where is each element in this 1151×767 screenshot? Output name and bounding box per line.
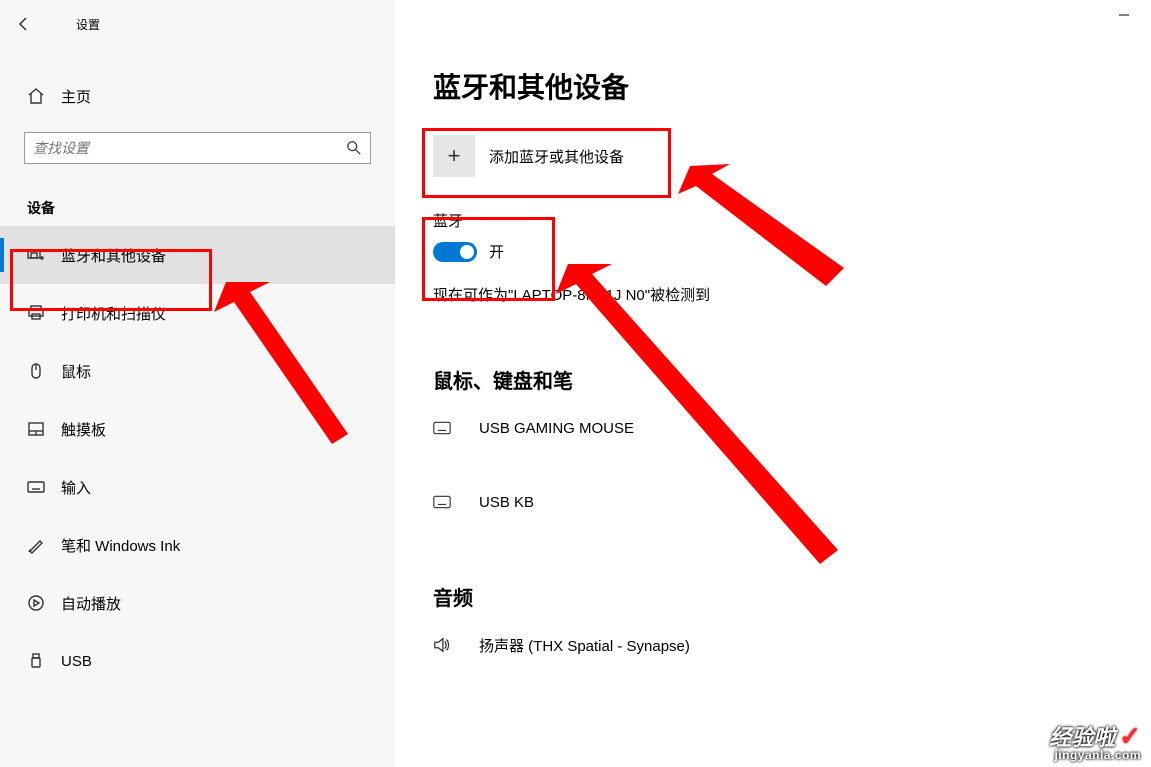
group-header-devices: 设备 [0,164,395,226]
check-icon: ✓ [1115,721,1141,751]
home-label: 主页 [53,86,91,107]
search-icon [346,140,362,156]
sidebar-item-label: 鼠标 [53,361,91,382]
device-row[interactable]: USB KB [433,482,1113,522]
category-mouse-keyboard-pen: 鼠标、键盘和笔 [433,365,1113,394]
sidebar-item-label: 打印机和扫描仪 [53,303,166,324]
autoplay-icon [27,594,53,612]
sidebar-item-label: 笔和 Windows Ink [53,535,180,556]
sidebar-item-typing[interactable]: 输入 [0,458,395,516]
sidebar-item-printers[interactable]: 打印机和扫描仪 [0,284,395,342]
sidebar: 设置 主页 设备 蓝牙和其他设备 打印机和扫描仪 鼠标 [0,0,395,767]
bluetooth-devices-icon [27,246,53,264]
pen-icon [27,536,53,554]
speaker-icon [433,636,467,654]
mouse-icon [27,362,53,380]
device-label: 扬声器 (THX Spatial - Synapse) [467,635,690,656]
device-label: USB KB [467,494,534,511]
category-audio: 音频 [433,582,1113,611]
titlebar: 设置 [0,0,395,48]
home-icon [27,87,53,105]
sidebar-item-label: 自动播放 [53,593,121,614]
plus-icon: + [433,135,475,177]
app-title: 设置 [48,16,100,33]
keyboard-icon [27,478,53,496]
device-row[interactable]: USB GAMING MOUSE [433,408,1113,448]
sidebar-item-home[interactable]: 主页 [0,76,395,116]
sidebar-item-pen[interactable]: 笔和 Windows Ink [0,516,395,574]
sidebar-item-touchpad[interactable]: 触摸板 [0,400,395,458]
add-device-label: 添加蓝牙或其他设备 [475,146,624,167]
bluetooth-section-label: 蓝牙 [433,210,1113,231]
main-content: 蓝牙和其他设备 + 添加蓝牙或其他设备 蓝牙 开 现在可作为"LAPTOP-8P… [395,0,1151,767]
keyboard-icon [433,419,467,437]
bluetooth-toggle[interactable] [433,242,477,262]
watermark: 经验啦✓ jingyanla.com [1049,723,1141,761]
sidebar-item-label: 输入 [53,477,91,498]
bluetooth-toggle-state: 开 [477,241,504,262]
sidebar-item-usb[interactable]: USB [0,632,395,690]
page-title: 蓝牙和其他设备 [433,0,1113,126]
watermark-url: jingyanla.com [1049,749,1141,761]
sidebar-item-autoplay[interactable]: 自动播放 [0,574,395,632]
minimize-button[interactable] [1101,0,1147,30]
search-box[interactable] [24,132,371,164]
device-row[interactable]: 扬声器 (THX Spatial - Synapse) [433,625,1113,665]
discoverable-text: 现在可作为"LAPTOP-8PE1J N0"被检测到 [433,284,1113,305]
keyboard-icon [433,493,467,511]
watermark-brand: 经验啦 [1049,725,1115,750]
sidebar-item-label: 触摸板 [53,419,106,440]
sidebar-item-mouse[interactable]: 鼠标 [0,342,395,400]
add-device-button[interactable]: + 添加蓝牙或其他设备 [433,126,624,186]
sidebar-item-label: USB [53,653,92,670]
search-input[interactable] [33,140,346,156]
sidebar-item-label: 蓝牙和其他设备 [53,245,166,266]
bluetooth-toggle-row: 开 [433,241,1113,262]
touchpad-icon [27,420,53,438]
sidebar-item-bluetooth[interactable]: 蓝牙和其他设备 [0,226,395,284]
usb-icon [27,652,53,670]
back-button[interactable] [0,0,48,48]
device-label: USB GAMING MOUSE [467,420,634,437]
printer-icon [27,304,53,322]
